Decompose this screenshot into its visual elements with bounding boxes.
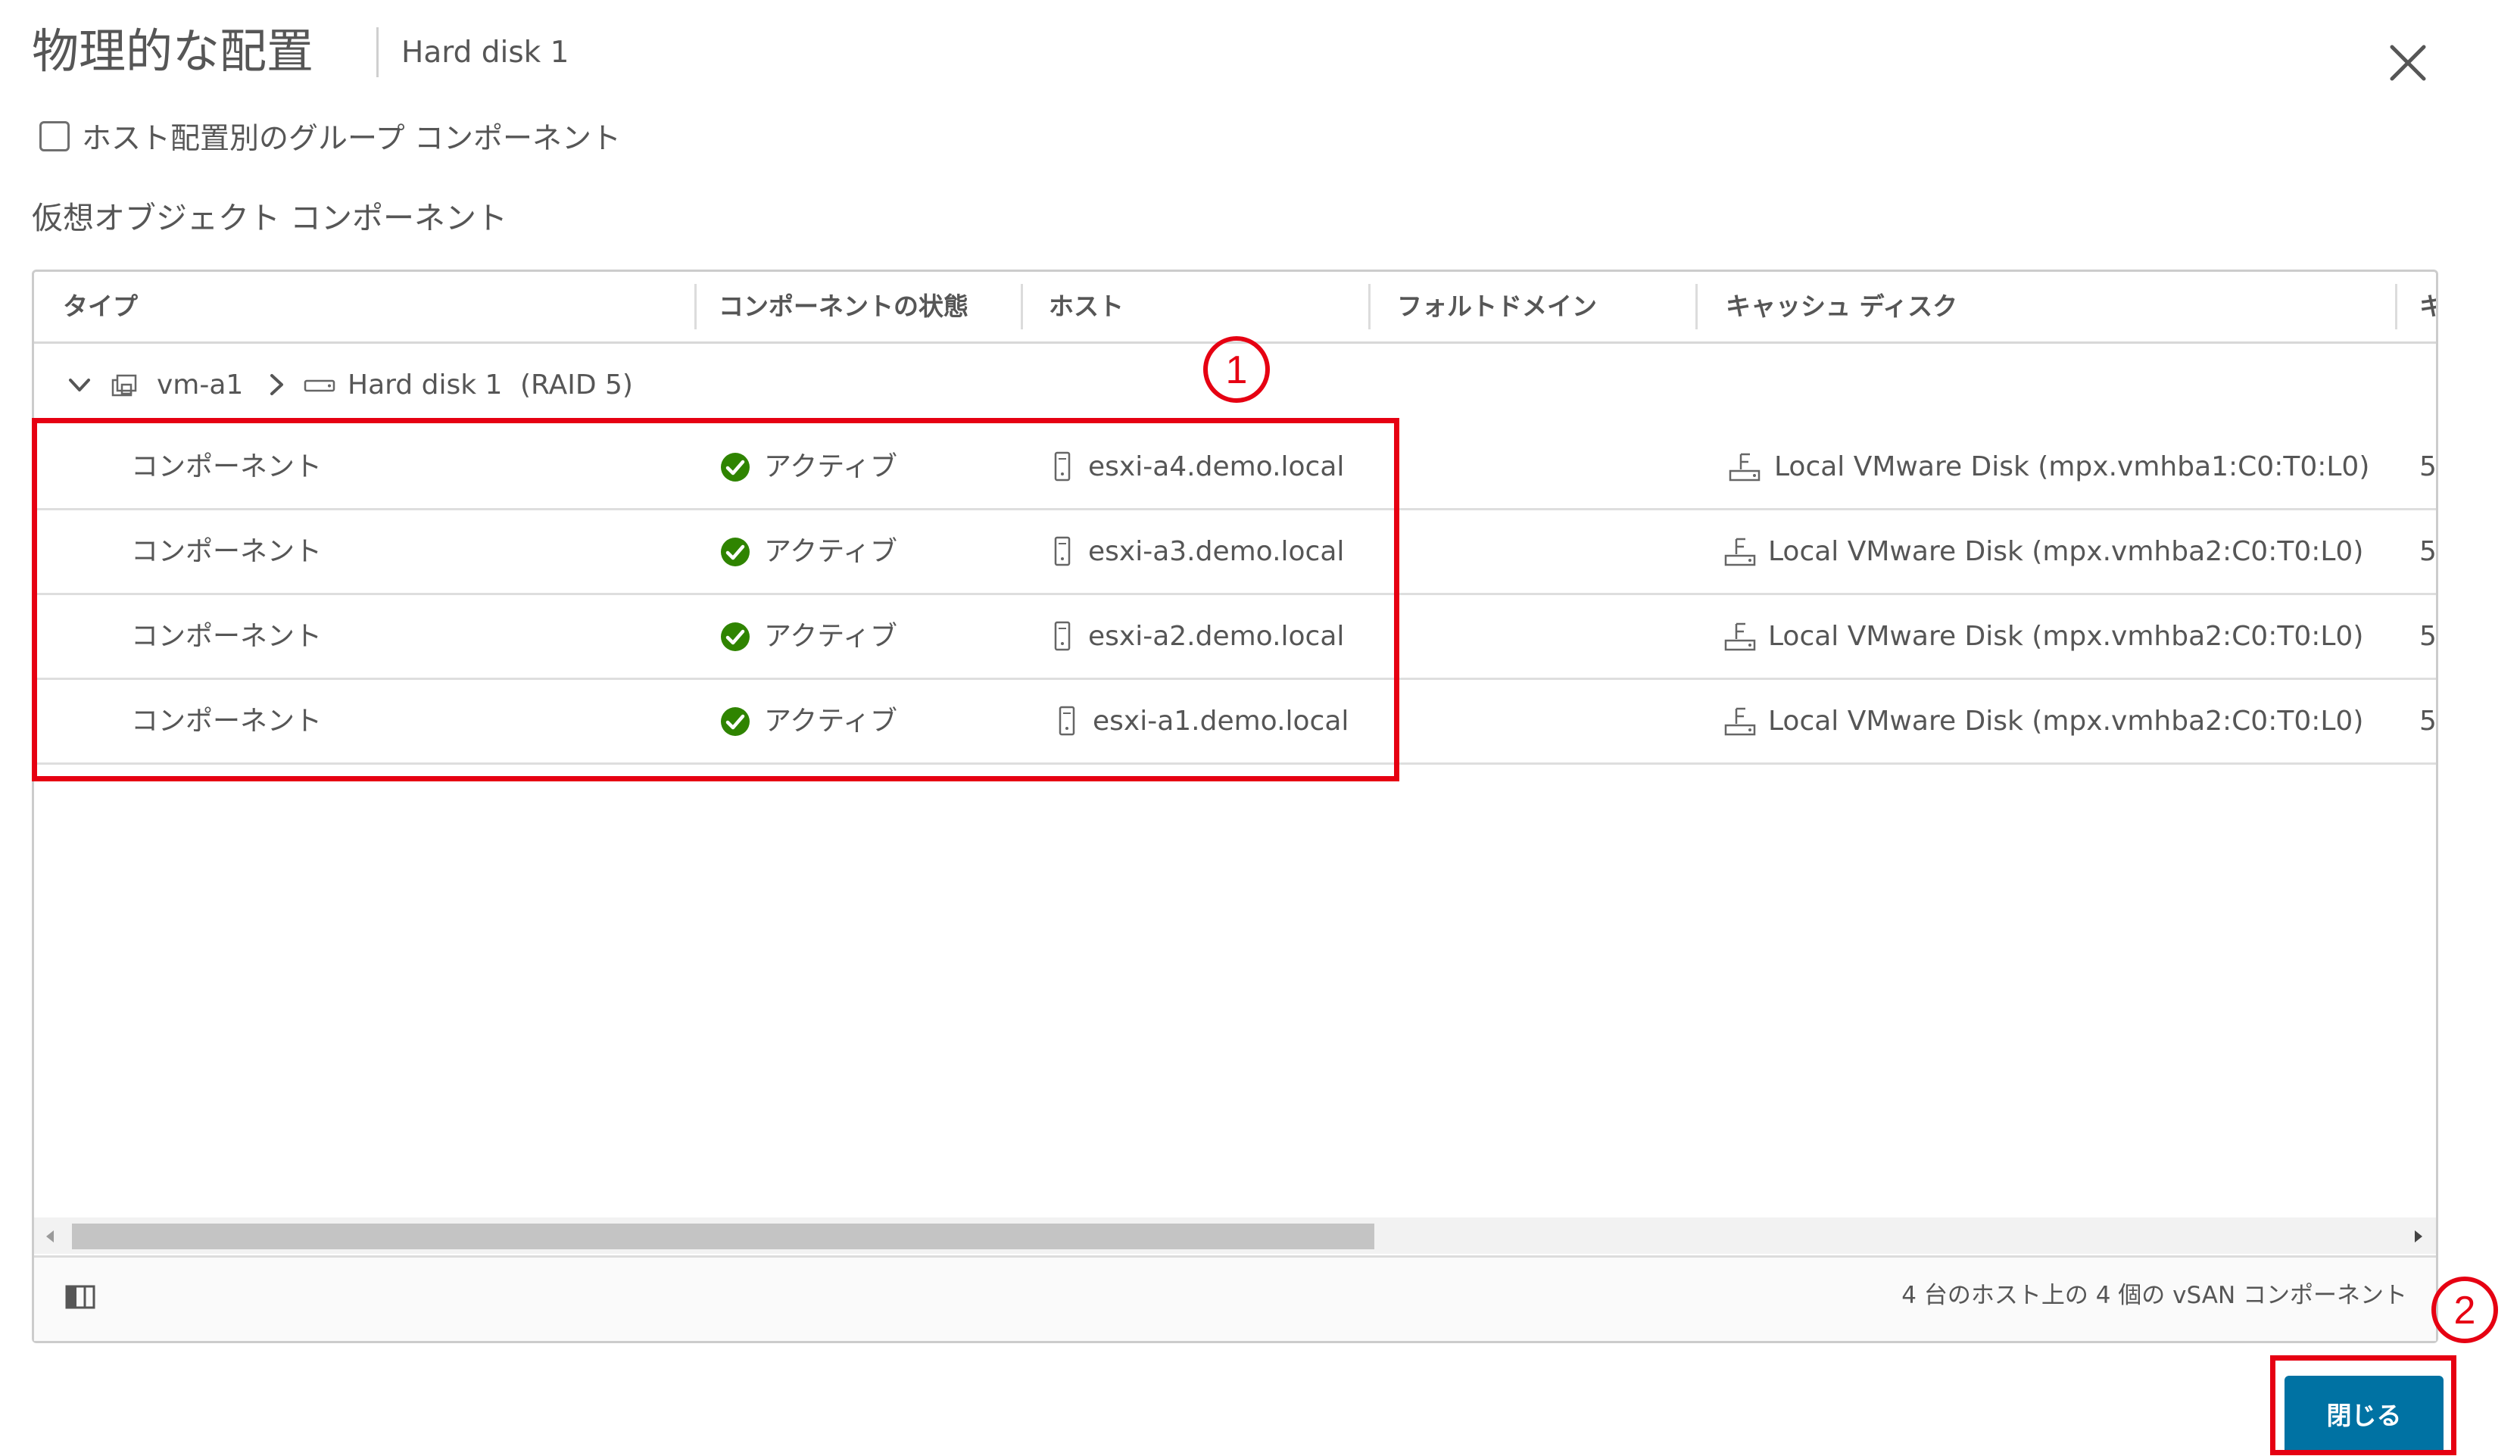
scroll-right-icon[interactable] [2407, 1225, 2430, 1248]
row-host[interactable]: esxi-a2.demo.local [1088, 595, 1344, 678]
column-header-cache-disk[interactable]: キャッシュ ディスク [1726, 272, 1957, 341]
row-host[interactable]: esxi-a4.demo.local [1088, 426, 1344, 508]
column-resizer[interactable] [1695, 284, 1698, 329]
grid-header: タイプ コンポーネントの状態 ホスト フォルトドメイン キャッシュ ディスク キ [34, 272, 2436, 344]
vm-icon [111, 374, 137, 397]
storage-disk-icon [1724, 707, 1756, 736]
row-host[interactable]: esxi-a3.demo.local [1088, 510, 1344, 593]
host-server-icon [1054, 451, 1071, 482]
group-by-host-label: ホスト配置別のグループ コンポーネント [82, 122, 622, 156]
row-cache-disk: Local VMware Disk (mpx.vmhba1:C0:T0:L0) [1774, 451, 2370, 482]
table-row[interactable]: コンポーネント アクティブ esxi-a2.demo.local Local V… [34, 595, 2436, 680]
row-type: コンポーネント [131, 451, 323, 482]
group-disk-name: Hard disk 1 [348, 369, 503, 401]
group-vm-name[interactable]: vm-a1 [157, 344, 243, 426]
chevron-right-icon [270, 374, 283, 395]
host-server-icon [1054, 621, 1071, 651]
row-type: コンポーネント [131, 706, 323, 737]
scroll-left-icon[interactable] [39, 1225, 61, 1248]
row-state: アクティブ [764, 451, 898, 482]
host-server-icon [1059, 706, 1075, 736]
column-header-type[interactable]: タイプ [63, 272, 138, 341]
hard-disk-icon [304, 379, 335, 392]
close-icon[interactable] [2383, 38, 2433, 88]
grid-footer: 4 台のホスト上の 4 個の vSAN コンポーネント [34, 1255, 2436, 1341]
check-circle-icon [721, 622, 750, 651]
row-next-col: 5 [2419, 451, 2436, 482]
column-resizer[interactable] [2395, 284, 2397, 329]
chevron-down-icon[interactable] [64, 369, 95, 400]
column-header-fault-domain[interactable]: フォルトドメイン [1397, 272, 1597, 341]
close-button[interactable]: 閉じる [2285, 1376, 2444, 1454]
row-host[interactable]: esxi-a1.demo.local [1093, 680, 1349, 762]
row-next-col: 5 [2419, 536, 2436, 567]
group-raid-level: (RAID 5) [520, 369, 633, 401]
storage-disk-icon [1724, 622, 1756, 651]
table-row[interactable]: コンポーネント アクティブ esxi-a1.demo.local Local V… [34, 680, 2436, 765]
group-by-host-option[interactable]: ホスト配置別のグループ コンポーネント [39, 115, 621, 157]
title-separator [376, 27, 379, 77]
row-state: アクティブ [764, 536, 898, 567]
check-circle-icon [721, 453, 750, 482]
storage-disk-icon [1729, 453, 1761, 482]
table-row[interactable]: コンポーネント アクティブ esxi-a3.demo.local Local V… [34, 510, 2436, 595]
column-header-state[interactable]: コンポーネントの状態 [719, 272, 968, 341]
table-row[interactable]: コンポーネント アクティブ esxi-a4.demo.local Local V… [34, 426, 2436, 510]
column-header-host[interactable]: ホスト [1049, 272, 1124, 341]
row-next-col: 5 [2419, 706, 2436, 737]
annotation-marker-2: 2 [2431, 1277, 2498, 1343]
column-resizer[interactable] [1368, 284, 1371, 329]
grid-body: コンポーネント アクティブ esxi-a4.demo.local Local V… [34, 426, 2436, 1341]
component-count: 4 台のホスト上の 4 個の vSAN コンポーネント [1901, 1282, 2407, 1309]
host-server-icon [1054, 536, 1071, 566]
row-cache-disk: Local VMware Disk (mpx.vmhba2:C0:T0:L0) [1768, 621, 2364, 652]
column-resizer[interactable] [694, 284, 697, 329]
tree-group-row[interactable]: vm-a1 Hard disk 1 (RAID 5) [34, 344, 2436, 429]
dialog-title: 物理的な配置 [32, 23, 314, 79]
storage-disk-icon [1724, 538, 1756, 566]
column-toggle-icon[interactable] [64, 1283, 96, 1311]
check-circle-icon [721, 538, 750, 566]
section-label: 仮想オブジェクト コンポーネント [32, 200, 508, 236]
row-cache-disk: Local VMware Disk (mpx.vmhba2:C0:T0:L0) [1768, 706, 2364, 737]
row-cache-disk: Local VMware Disk (mpx.vmhba2:C0:T0:L0) [1768, 536, 2364, 567]
row-state: アクティブ [764, 706, 898, 737]
group-by-host-checkbox[interactable] [39, 121, 70, 151]
row-next-col: 5 [2419, 621, 2436, 652]
column-header-truncated[interactable]: キ [2419, 272, 2436, 341]
column-resizer[interactable] [1021, 284, 1023, 329]
scrollbar-thumb[interactable] [72, 1224, 1374, 1249]
row-type: コンポーネント [131, 621, 323, 652]
row-state: アクティブ [764, 621, 898, 652]
row-type: コンポーネント [131, 536, 323, 567]
check-circle-icon [721, 707, 750, 736]
dialog-subtitle: Hard disk 1 [401, 36, 569, 70]
annotation-2-text: 2 [2454, 1289, 2476, 1333]
